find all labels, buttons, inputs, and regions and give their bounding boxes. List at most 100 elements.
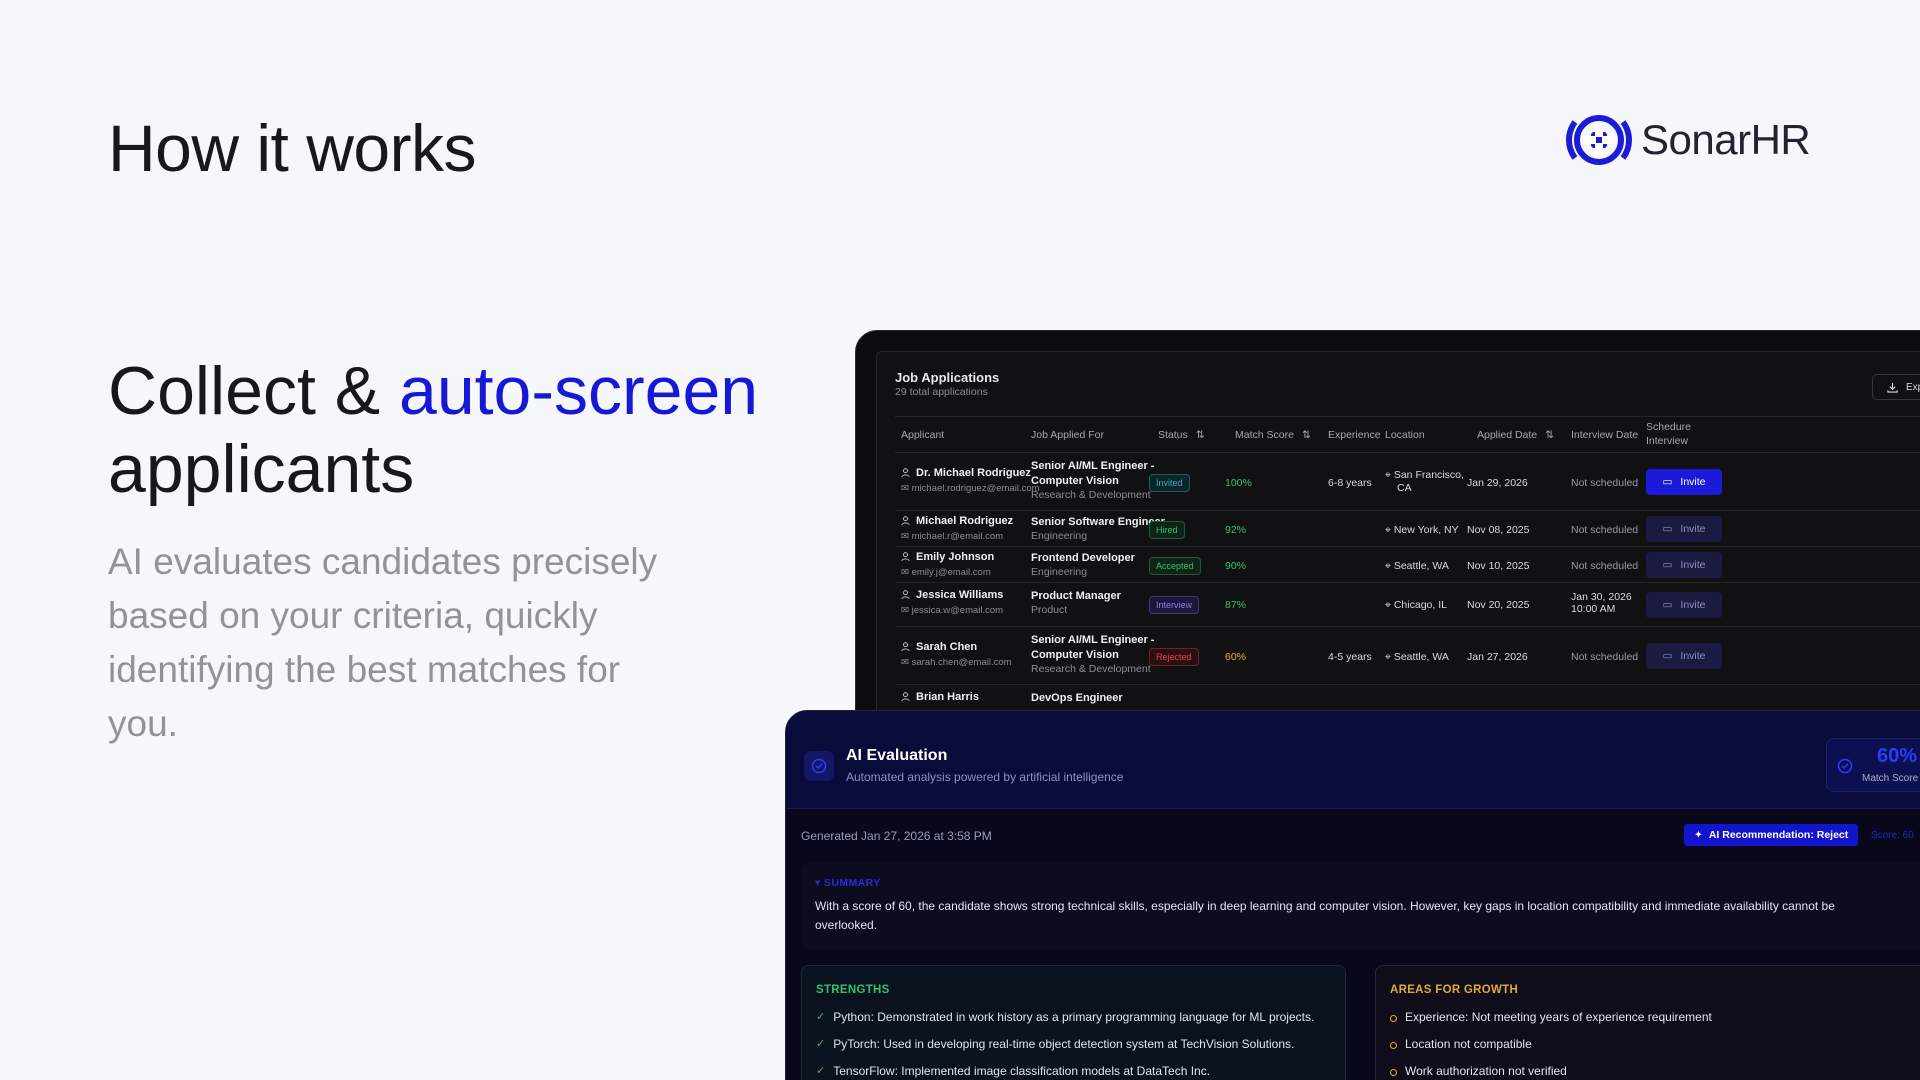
match-score: 92% (1225, 524, 1247, 536)
col-match[interactable]: Match Score ⇅ (1235, 429, 1311, 441)
job-role: Senior Software Engineer (1031, 516, 1165, 528)
applicant-cell: Sarah Chen ✉ sarah.chen@email.com (901, 641, 1012, 668)
invite-button[interactable]: ▭ Invite (1646, 469, 1722, 495)
invite-button[interactable]: ▭ Invite (1646, 516, 1722, 542)
mail-icon: ✉ (901, 605, 912, 616)
pin-icon: ⌖ (1385, 560, 1394, 572)
sonarhr-logo: SonarHR (1565, 112, 1811, 168)
strengths-title: STRENGTHS (816, 984, 890, 996)
applicant-cell: Emily Johnson ✉ emily.j@email.com (901, 551, 994, 578)
strength-text: PyTorch: Used in developing real-time ob… (833, 1037, 1295, 1051)
sort-icon[interactable]: ⇅ (1545, 429, 1554, 441)
invite-button[interactable]: ▭ Invite (1646, 643, 1722, 669)
user-icon (901, 516, 910, 525)
col-schedule: Schedure Interview (1646, 420, 1691, 448)
status-badge: Accepted (1149, 557, 1201, 575)
table-row[interactable]: Dr. Michael Rodriguez ✉ michael.rodrigue… (895, 453, 1920, 511)
strengths-panel: STRENGTHS ✓ Python: Demonstrated in work … (801, 965, 1346, 1080)
table-row[interactable]: Emily Johnson ✉ emily.j@email.com Fronte… (895, 547, 1920, 583)
table-header: Applicant Job Applied For Status ⇅ Match … (895, 417, 1920, 453)
applied-date: Nov 10, 2025 (1467, 560, 1530, 572)
col-job: Job Applied For (1031, 429, 1104, 441)
invite-button[interactable]: ▭ Invite (1646, 552, 1722, 578)
experience: 6-8 years (1328, 477, 1372, 489)
location-cell: ⌖ Chicago, IL (1385, 599, 1447, 612)
sparkle-icon: ✦ (1694, 829, 1703, 841)
status-badge: Rejected (1149, 648, 1199, 666)
job-cell: Senior AI/ML Engineer - Computer Vision … (1031, 459, 1154, 501)
applicant-name: Emily Johnson (916, 551, 995, 563)
col-status-label: Status (1158, 429, 1188, 441)
ai-icon (804, 751, 834, 781)
applicant-email: sarah.chen@email.com (911, 657, 1012, 668)
sonar-logo-icon (1566, 115, 1632, 165)
invite-button[interactable]: ▭ Invite (1646, 592, 1722, 618)
applicant-cell: Michael Rodriguez ✉ michael.r@email.com (901, 515, 1013, 542)
job-applications-count: 29 total applications (895, 386, 988, 398)
growth-panel: AREAS FOR GROWTH Experience: Not meeting… (1375, 965, 1920, 1080)
location: San Francisco, (1393, 469, 1464, 481)
job-role-line2: Computer Vision (1031, 649, 1119, 661)
checkmark-icon: ✓ (816, 1011, 826, 1023)
job-cell: DevOps Engineer (1031, 691, 1123, 706)
interview-date: Not scheduled (1571, 524, 1639, 536)
recommendation-label: AI Recommendation: Reject (1708, 829, 1849, 841)
match-score-value: 60% (1877, 745, 1918, 767)
growth-text: Work authorization not verified (1405, 1064, 1567, 1078)
job-cell: Senior AI/ML Engineer - Computer Vision … (1031, 633, 1154, 675)
location-cell: ⌖ New York, NY (1385, 524, 1459, 537)
applications-table: Applicant Job Applied For Status ⇅ Match … (895, 416, 1920, 715)
location-cell: ⌖ Seattle, WA (1385, 560, 1449, 573)
table-row[interactable]: Sarah Chen ✉ sarah.chen@email.com Senior… (895, 627, 1920, 685)
col-interview: Interview Date (1571, 429, 1639, 441)
growth-item: Work authorization not verified (1390, 1064, 1567, 1078)
circle-bullet-icon (1390, 1042, 1397, 1049)
description: AI evaluates candidates precisely based … (108, 541, 658, 744)
summary-text: With a score of 60, the candidate shows … (815, 899, 1835, 932)
applied-date: Jan 27, 2026 (1467, 651, 1528, 663)
table-row[interactable]: Jessica Williams ✉ jessica.w@email.com P… (895, 583, 1920, 627)
sort-icon[interactable]: ⇅ (1196, 429, 1205, 441)
job-cell: Senior Software Engineer Engineering (1031, 515, 1165, 542)
applicant-name: Jessica Williams (916, 589, 1004, 601)
export-button[interactable]: Exp (1872, 374, 1920, 400)
match-score: 87% (1225, 599, 1247, 611)
user-icon (901, 692, 910, 701)
applicant-name: Michael Rodriguez (916, 515, 1014, 527)
growth-item: Experience: Not meeting years of experie… (1390, 1010, 1712, 1024)
checkmark-icon: ✓ (816, 1038, 826, 1050)
ai-recommendation-badge[interactable]: ✦ AI Recommendation: Reject (1684, 824, 1859, 846)
status-badge: Hired (1149, 521, 1185, 539)
user-icon (901, 552, 910, 561)
strength-text: TensorFlow: Implemented image classifica… (833, 1064, 1211, 1078)
calendar-icon: ▭ (1662, 476, 1673, 488)
location: New York, NY (1393, 524, 1459, 536)
applicant-name: Sarah Chen (916, 641, 978, 653)
col-match-label: Match Score (1235, 429, 1294, 441)
headline: Collect & auto-screen applicants (108, 352, 808, 508)
col-status[interactable]: Status ⇅ (1158, 429, 1205, 441)
job-cell: Product Manager Product (1031, 589, 1121, 616)
applicant-email: michael.r@email.com (911, 531, 1004, 542)
interview-date-cell: Jan 30, 2026 10:00 AM (1571, 591, 1632, 615)
mail-icon: ✉ (901, 483, 912, 494)
applied-date: Jan 29, 2026 (1467, 477, 1528, 489)
user-icon (901, 468, 910, 477)
strength-item: ✓ Python: Demonstrated in work history as… (816, 1010, 1314, 1024)
mail-icon: ✉ (901, 567, 912, 578)
generated-timestamp: Generated Jan 27, 2026 at 3:58 PM (801, 829, 992, 843)
col-applied-label: Applied Date (1477, 429, 1538, 441)
match-score: 100% (1225, 477, 1252, 489)
check-circle-icon (1837, 758, 1853, 774)
job-dept: Research & Development (1031, 663, 1151, 675)
interview-date: Not scheduled (1571, 477, 1639, 489)
sort-icon[interactable]: ⇅ (1302, 429, 1311, 441)
circle-bullet-icon (1390, 1015, 1397, 1022)
headline-accent: auto-screen (399, 353, 759, 429)
download-icon (1887, 382, 1898, 393)
col-applied[interactable]: Applied Date ⇅ (1477, 429, 1554, 441)
status-badge: Invited (1149, 474, 1190, 492)
calendar-icon: ▭ (1662, 559, 1673, 571)
circle-bullet-icon (1390, 1069, 1397, 1076)
table-row[interactable]: Michael Rodriguez ✉ michael.r@email.com … (895, 511, 1920, 547)
